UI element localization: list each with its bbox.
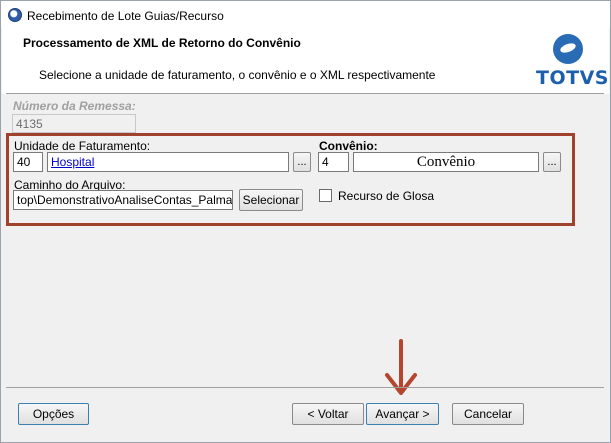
window-title: Recebimento de Lote Guias/Recurso <box>27 9 224 23</box>
title-bar: Recebimento de Lote Guias/Recurso <box>1 1 610 28</box>
totvs-logo-text: TOTVS <box>536 67 609 89</box>
arquivo-path-field[interactable]: top\DemonstrativoAnaliseContas_Palmas.xm… <box>13 190 233 210</box>
totvs-logo-icon <box>553 34 583 64</box>
unidade-code-field[interactable]: 40 <box>13 152 43 172</box>
cancel-button[interactable]: Cancelar <box>452 403 524 425</box>
glosa-label: Recurso de Glosa <box>338 189 435 203</box>
remessa-label: Número da Remessa: <box>13 99 136 113</box>
convenio-label: Convênio: <box>319 139 378 153</box>
unidade-label: Unidade de Faturamento: <box>14 139 151 153</box>
convenio-name-field[interactable]: Convênio <box>353 152 539 172</box>
opcoes-button[interactable]: Opções <box>18 403 89 425</box>
glosa-checkbox[interactable] <box>319 189 332 202</box>
next-button[interactable]: Avançar > <box>366 403 439 425</box>
header-panel: Processamento de XML de Retorno do Convê… <box>2 28 609 94</box>
unidade-name-field[interactable]: Hospital <box>47 152 289 172</box>
remessa-field: 4135 <box>12 114 136 133</box>
convenio-browse-button[interactable]: ... <box>543 152 561 172</box>
unidade-browse-button[interactable]: ... <box>293 152 311 172</box>
header-subtitle: Selecione a unidade de faturamento, o co… <box>39 68 436 82</box>
back-button[interactable]: < Voltar <box>292 403 364 425</box>
footer-divider <box>6 387 604 388</box>
arrow-down-icon <box>385 339 417 395</box>
app-icon <box>8 8 22 22</box>
convenio-code-field[interactable]: 4 <box>318 152 349 172</box>
dialog-window: Recebimento de Lote Guias/Recurso Proces… <box>0 0 611 443</box>
header-divider <box>6 93 604 94</box>
header-title: Processamento de XML de Retorno do Convê… <box>23 36 301 50</box>
totvs-logo: TOTVS <box>532 34 608 90</box>
selecionar-button[interactable]: Selecionar <box>239 189 303 211</box>
